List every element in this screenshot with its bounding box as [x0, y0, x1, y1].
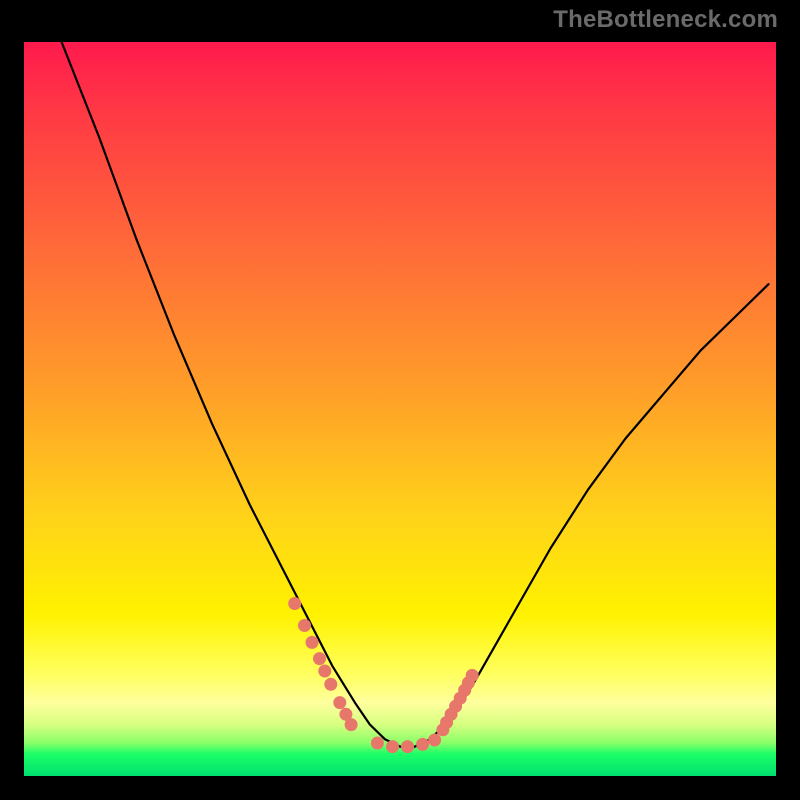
- bottleneck-curve-svg: [24, 42, 776, 776]
- curve-path-group: [62, 42, 769, 747]
- plot-area: [24, 42, 776, 776]
- bottleneck-curve-path: [62, 42, 769, 747]
- data-marker: [313, 652, 326, 665]
- data-marker: [371, 737, 384, 750]
- chart-frame: [20, 38, 780, 780]
- data-marker: [416, 738, 429, 751]
- data-marker: [298, 619, 311, 632]
- data-marker: [333, 696, 346, 709]
- data-marker: [324, 678, 337, 691]
- data-marker: [401, 740, 414, 753]
- data-marker: [318, 665, 331, 678]
- data-marker: [466, 669, 479, 682]
- data-marker: [345, 718, 358, 731]
- data-marker: [306, 636, 319, 649]
- data-marker: [428, 734, 441, 747]
- watermark-text: TheBottleneck.com: [553, 6, 778, 34]
- markers-group: [288, 597, 479, 753]
- data-marker: [386, 740, 399, 753]
- data-marker: [288, 597, 301, 610]
